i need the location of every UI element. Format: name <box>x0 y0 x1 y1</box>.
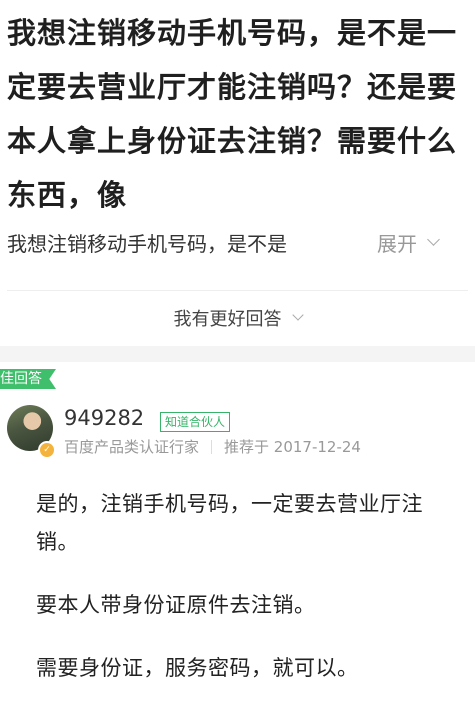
answer-paragraph: 要本人带身份证原件去注销。 <box>36 593 316 617</box>
question-title: 我想注销移动手机号码，是不是一定要去营业厅才能注销吗？还是要本人拿上身份证去注销… <box>7 16 458 212</box>
answer-meta: 百度产品类认证行家 推荐于 2017-12-24 <box>64 436 361 457</box>
answer-paragraph: 需要身份证，服务密码，就可以。 <box>36 656 359 680</box>
divider <box>7 290 468 291</box>
chevron-down-icon <box>291 308 304 321</box>
answer-paragraph: 是的，注销手机号码，一定要去营业厅注销。 <box>36 492 423 554</box>
better-answer-label: 我有更好回答 <box>173 308 282 330</box>
better-answer-button[interactable]: 我有更好回答 <box>0 295 475 340</box>
meta-divider <box>211 439 213 454</box>
best-answer-tag: 佳回答 <box>0 369 56 389</box>
section-gap <box>0 346 475 362</box>
user-title: 百度产品类认证行家 <box>64 438 200 456</box>
question-excerpt-row: 我想注销移动手机号码，是不是 展开 <box>7 222 469 262</box>
expand-label: 展开 <box>377 231 417 256</box>
chevron-down-icon <box>427 232 440 246</box>
answer-body: 是的，注销手机号码，一定要去营业厅注销。 要本人带身份证原件去注销。 需要身份证… <box>36 485 456 712</box>
username[interactable]: 949282 <box>64 406 144 430</box>
partner-badge: 知道合伙人 <box>160 412 231 432</box>
recommend-date: 推荐于 2017-12-24 <box>224 438 361 456</box>
expand-button[interactable]: 展开 <box>377 228 440 257</box>
verified-badge-icon: ✓ <box>38 441 56 459</box>
question-card: 我想注销移动手机号码，是不是一定要去营业厅才能注销吗？还是要本人拿上身份证去注销… <box>0 0 475 346</box>
question-excerpt: 我想注销移动手机号码，是不是 <box>7 231 287 256</box>
best-answer-card: 佳回答 ✓ 949282 知道合伙人 百度产品类认证行家 推荐于 2017-12… <box>0 362 475 680</box>
